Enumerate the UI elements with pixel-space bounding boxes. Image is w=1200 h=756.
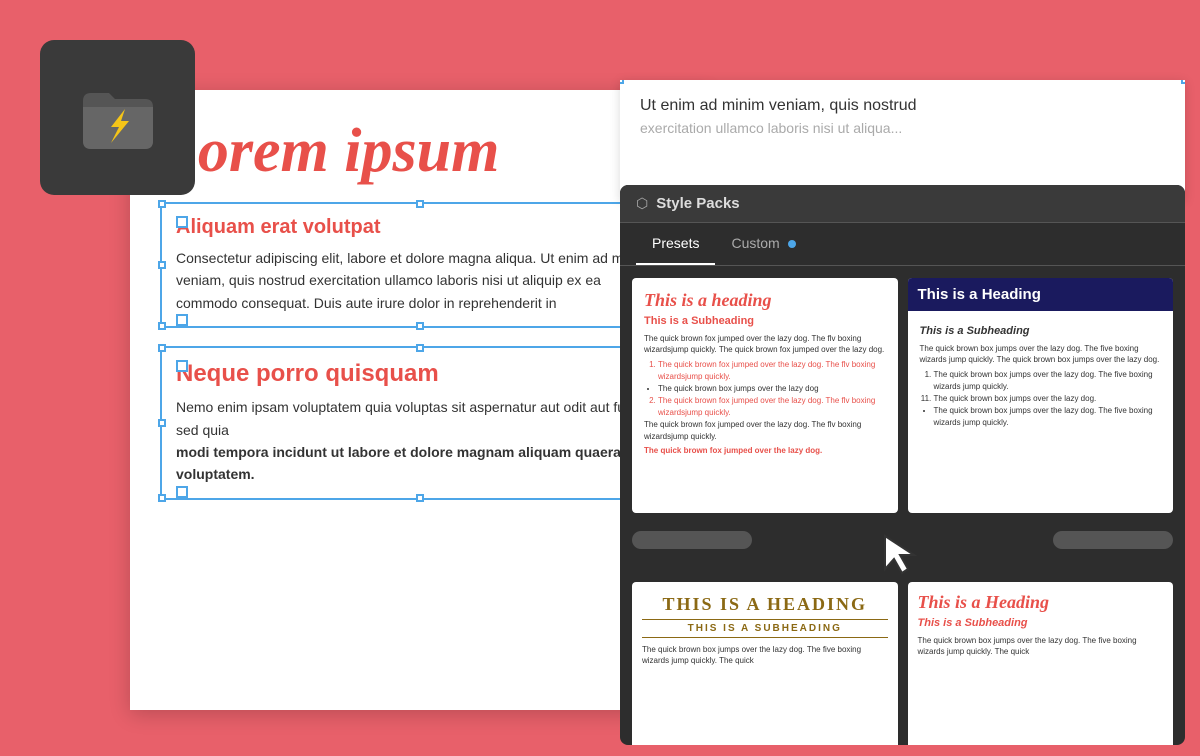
cursor-arrow-icon [880,531,925,576]
doc-section1-heading: Aliquam erat volutpat [176,216,664,239]
card2-list-item-1: The quick brown box jumps over the lazy … [934,369,1162,393]
partial-document: Ut enim ad minim veniam, quis nostrud ex… [620,80,1185,200]
handle-tm [416,200,424,208]
style-card-1[interactable]: This is a heading This is a Subheading T… [632,278,898,513]
card4-heading: This is a Heading [908,582,1174,617]
handle-bl2 [158,494,166,502]
doc-section1-box: Aliquam erat volutpat Consectetur adipis… [160,202,680,328]
handle-tr [1181,80,1185,84]
style-card-nav [620,525,1185,582]
app-icon-svg [73,73,163,163]
card2-subheading: This is a Subheading [920,325,1162,337]
custom-tab-dot [788,240,796,248]
card1-subheading: This is a Subheading [644,315,886,327]
card1-list-item-2: The quick brown fox jumped over the lazy… [658,395,886,419]
style-panel-tabs: Presets Custom [620,223,1185,266]
doc-section2-box: Neque porro quisquam Nemo enim ipsam vol… [160,346,680,500]
style-card-3[interactable]: THIS IS A HEADING THIS IS A SUBHEADING T… [632,582,898,745]
card2-heading-box: This is a Heading [908,278,1174,311]
card1-bullet-item: The quick brown box jumps over the lazy … [658,383,886,395]
card3-body: The quick brown box jumps over the lazy … [632,644,898,666]
style-panel: ⬡ Style Packs Presets Custom This is a h… [620,185,1185,745]
nav-pill-left[interactable] [632,531,752,549]
style-bottom-grid: THIS IS A HEADING THIS IS A SUBHEADING T… [620,582,1185,745]
card2-bullet-list: The quick brown box jumps over the lazy … [920,405,1162,429]
handle-bm [416,322,424,330]
card2-list-item-2: The quick brown box jumps over the lazy … [934,393,1162,405]
partial-doc-text2: exercitation ullamco laboris nisi ut ali… [640,118,1165,139]
nav-pill-right[interactable] [1053,531,1173,549]
handle-tl [158,200,166,208]
doc-section2-heading: Neque porro quisquam [176,360,664,388]
style-card-2[interactable]: This is a Heading This is a Subheading T… [908,278,1174,513]
card4-body: The quick brown box jumps over the lazy … [908,635,1174,657]
tab-presets[interactable]: Presets [636,223,715,265]
handle-bm2 [416,494,424,502]
doc-section1-body: Consectetur adipiscing elit, labore et d… [176,247,664,314]
style-card-grid: This is a heading This is a Subheading T… [620,266,1185,525]
handle-lm2 [158,419,166,427]
style-card-4[interactable]: This is a Heading This is a Subheading T… [908,582,1174,745]
card1-body2: The quick brown fox jumped over the lazy… [644,419,886,441]
card1-list2: The quick brown fox jumped over the lazy… [644,395,886,419]
card4-subheading: This is a Subheading [908,617,1174,635]
card1-bullet-list: The quick brown box jumps over the lazy … [644,383,886,395]
style-panel-title: Style Packs [656,195,739,212]
style-packs-icon: ⬡ [636,195,648,212]
tab-custom[interactable]: Custom [715,223,811,265]
handle-tl [620,80,624,84]
card2-heading: This is a Heading [918,286,1164,303]
card3-heading: THIS IS A HEADING [632,582,898,619]
doc-section2-body: Nemo enim ipsam voluptatem quia voluptas… [176,396,664,486]
card1-heading: This is a heading [644,290,886,311]
handle-bl [158,322,166,330]
card2-list: The quick brown box jumps over the lazy … [920,369,1162,405]
card1-list: The quick brown fox jumped over the lazy… [644,359,886,383]
card2-body: The quick brown box jumps over the lazy … [920,343,1162,365]
style-panel-header: ⬡ Style Packs [620,185,1185,223]
handle-tl2 [158,344,166,352]
partial-doc-text: Ut enim ad minim veniam, quis nostrud [640,94,1165,118]
card1-footer: The quick brown fox jumped over the lazy… [644,446,886,455]
handle-lm [158,261,166,269]
doc-title: Lorem ipsum [160,120,680,182]
card3-subheading: THIS IS A SUBHEADING [642,619,888,638]
handle-tm2 [416,344,424,352]
card1-list-item-1: The quick brown fox jumped over the lazy… [658,359,886,383]
card1-body: The quick brown fox jumped over the lazy… [644,333,886,355]
card2-bullet-item: The quick brown box jumps over the lazy … [934,405,1162,429]
app-icon [40,40,195,195]
